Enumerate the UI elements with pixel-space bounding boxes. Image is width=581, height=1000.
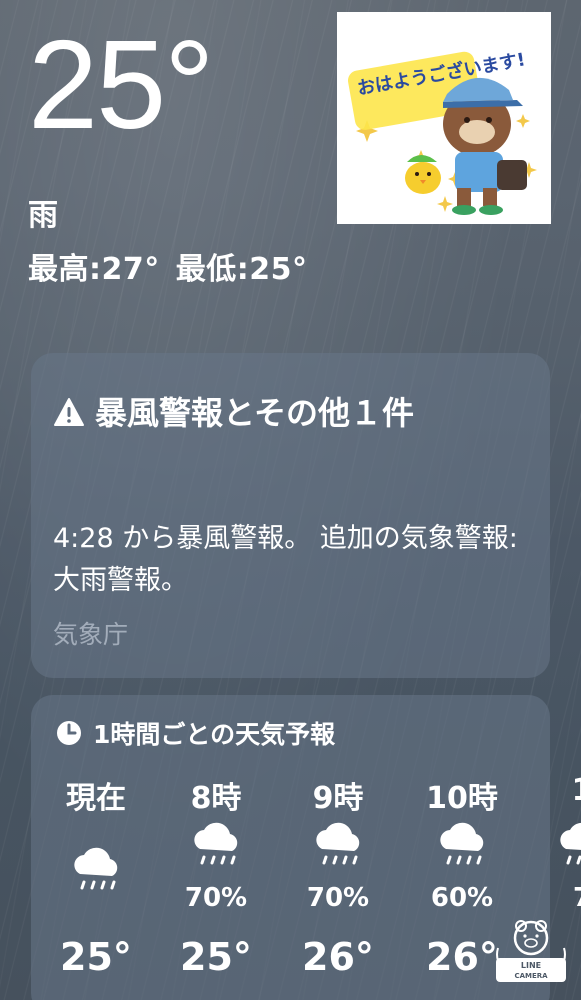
hour-time: 8時 bbox=[190, 781, 242, 816]
hour-time: 9時 bbox=[312, 781, 364, 816]
hour-precipitation: 70% bbox=[184, 883, 248, 913]
hour-item: 8時 70% 25° bbox=[161, 695, 271, 1000]
hour-item: 9時 70% 26° bbox=[283, 695, 393, 1000]
hourly-forecast-card[interactable]: 1時間ごとの天気予報 現在 25° 8時 70% 25° 9時 70% 26° 10時 60% 26… bbox=[31, 695, 581, 1000]
rain-cloud-icon bbox=[66, 840, 126, 900]
hour-temperature: 25° bbox=[60, 935, 132, 979]
weather-alert-card[interactable]: 暴風警報とその他１件 4:28 から暴風警報。 追加の気象警報: 大雨警報。 気… bbox=[31, 353, 550, 678]
rain-cloud-icon bbox=[432, 815, 492, 875]
alert-source: 気象庁 bbox=[53, 620, 129, 649]
rain-cloud-icon bbox=[308, 815, 368, 875]
current-temperature: 25° bbox=[28, 14, 215, 155]
hour-precipitation: 70% bbox=[306, 883, 370, 913]
hour-time: 現在 bbox=[66, 781, 126, 816]
hour-item: 現在 25° bbox=[41, 695, 151, 1000]
rain-cloud-icon bbox=[186, 815, 246, 875]
alert-title-text: 暴風警報とその他１件 bbox=[95, 394, 415, 432]
high-low-temperature: 最高:27° 最低:25° bbox=[28, 244, 308, 288]
alert-title: 暴風警報とその他１件 bbox=[53, 381, 513, 445]
current-condition: 雨 bbox=[28, 198, 58, 233]
low-temperature: 最低:25° bbox=[175, 252, 308, 287]
hour-temperature: 26° bbox=[302, 935, 374, 979]
hour-time: 1 bbox=[527, 773, 581, 808]
bear-sticker-image: おはようございます! bbox=[337, 12, 551, 224]
hour-temperature: 25° bbox=[180, 935, 252, 979]
warning-triangle-icon bbox=[54, 398, 84, 426]
rain-cloud-icon bbox=[552, 815, 581, 875]
high-temperature: 最高:27° bbox=[28, 252, 160, 287]
hour-time: 10時 bbox=[426, 781, 498, 816]
watermark-camera: CAMERA bbox=[514, 972, 548, 980]
line-camera-watermark: LINE CAMERA bbox=[488, 908, 574, 994]
alert-description: 4:28 から暴風警報。 追加の気象警報: 大雨警報。 bbox=[53, 523, 518, 596]
watermark-line: LINE bbox=[521, 961, 541, 970]
